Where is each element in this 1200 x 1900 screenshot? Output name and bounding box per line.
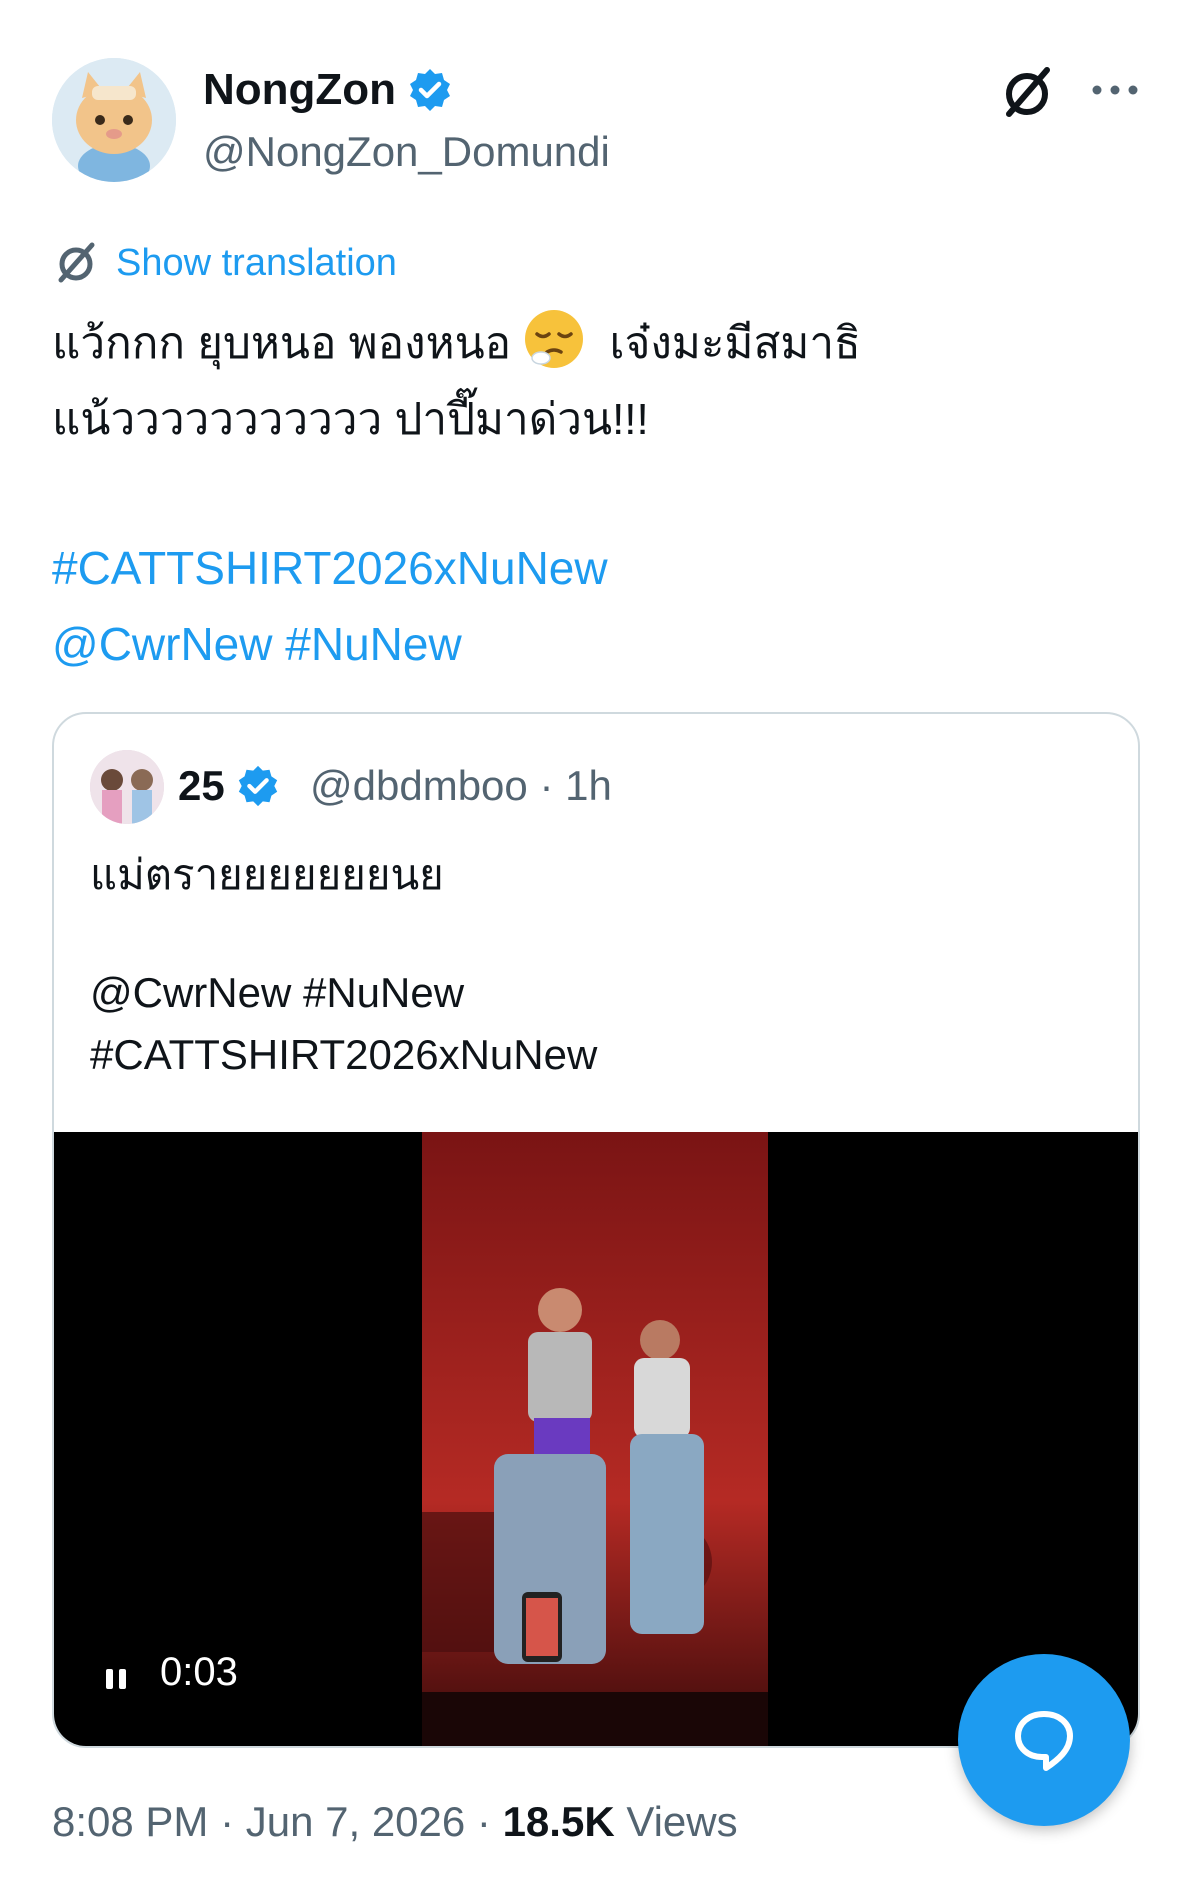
tweet-text-line-1: แว้กกก ยุบหนอ พองหนอ เจ๋งมะมีสมาธิ xyxy=(52,306,1142,382)
sleepy-face-icon xyxy=(523,308,585,370)
author-display-name[interactable]: NongZon xyxy=(203,62,454,118)
verified-badge-icon xyxy=(406,66,454,114)
more-horizontal-icon[interactable] xyxy=(1090,78,1140,102)
quoted-tweet-tags: @CwrNew #NuNew #CATTSHIRT2026xNuNew xyxy=(90,962,597,1086)
quoted-author-avatar[interactable] xyxy=(90,750,164,824)
verified-badge-icon xyxy=(235,763,281,809)
video-elapsed-time: 0:03 xyxy=(160,1650,238,1694)
quoted-author-handle-time[interactable]: @dbdmboo · 1h xyxy=(310,758,612,814)
quoted-name-text[interactable]: 25 xyxy=(178,758,225,814)
tweet-timestamp[interactable]: 8:08 PM · Jun 7, 2026 · xyxy=(52,1798,503,1845)
tweet-meta: 8:08 PM · Jun 7, 2026 · 18.5K Views xyxy=(52,1794,738,1850)
translate-globe-icon[interactable] xyxy=(997,62,1057,122)
reply-compose-button[interactable] xyxy=(958,1654,1130,1826)
show-translation-label[interactable]: Show translation xyxy=(116,242,397,285)
hashtag-cattshirt[interactable]: #CATTSHIRT2026xNuNew xyxy=(52,530,608,606)
translate-globe-icon xyxy=(52,239,100,287)
tweet-body: แว้กกก ยุบหนอ พองหนอ เจ๋งมะมีสมาธิ แน้วว… xyxy=(52,306,1142,458)
pause-icon[interactable] xyxy=(104,1658,130,1689)
views-count: 18.5K xyxy=(502,1798,615,1845)
hashtag-nunew[interactable]: #NuNew xyxy=(285,618,461,670)
mention-line: @CwrNew #NuNew xyxy=(52,606,608,682)
tweet-text-part: เจ๋งมะมีสมาธิ xyxy=(609,319,861,368)
mention-cwrnew[interactable]: @CwrNew xyxy=(52,618,272,670)
views-label: Views xyxy=(614,1798,738,1845)
reply-bubble-icon xyxy=(1015,1711,1073,1771)
quoted-video-player[interactable]: 0:03 xyxy=(54,1132,1138,1746)
quoted-author-name[interactable]: 25 xyxy=(178,758,281,814)
tweet-text-part: แว้กกก ยุบหนอ พองหนอ xyxy=(52,319,512,368)
quoted-hashtag-line: #CATTSHIRT2026xNuNew xyxy=(90,1031,598,1078)
tweet-links: #CATTSHIRT2026xNuNew @CwrNew #NuNew xyxy=(52,530,608,682)
video-controls: 0:03 xyxy=(104,1650,238,1695)
author-handle[interactable]: @NongZon_Domundi xyxy=(203,124,610,180)
quoted-tweet-text: แม่ตรายยยยยยยนย xyxy=(90,851,444,898)
video-frame xyxy=(422,1132,768,1746)
tweet-text-line-2: แน้ววววววววววว ปาปี๊มาด่วน!!! xyxy=(52,395,649,444)
quoted-mention-line: @CwrNew #NuNew xyxy=(90,969,465,1016)
author-name-text[interactable]: NongZon xyxy=(203,62,396,118)
show-translation-link[interactable]: Show translation xyxy=(52,238,397,288)
author-avatar[interactable] xyxy=(52,58,176,182)
quoted-tweet-card[interactable]: 25 @dbdmboo · 1h แม่ตรายยยยยยยนย @CwrNew… xyxy=(52,712,1140,1748)
